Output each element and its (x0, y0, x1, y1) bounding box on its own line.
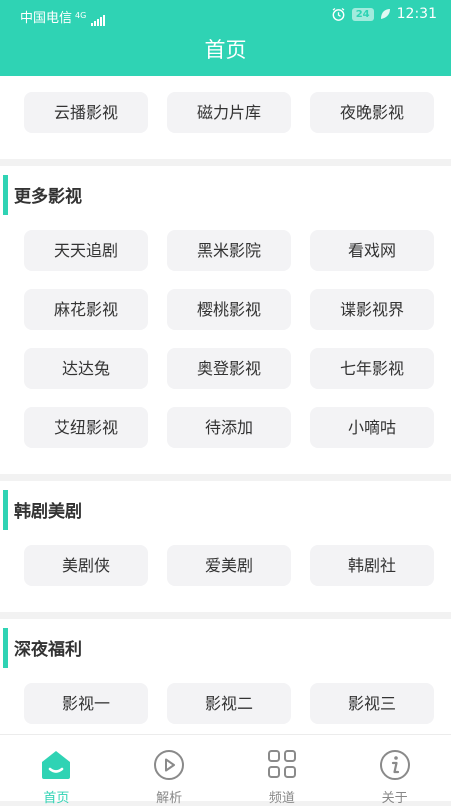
site-button[interactable]: 美剧侠 (24, 545, 148, 586)
site-button[interactable]: 看戏网 (310, 230, 434, 271)
status-bar: 中国电信 4G 24 12:31 (0, 0, 451, 30)
section-more-movies: 更多影视 天天追剧 黑米影院 看戏网 麻花影视 樱桃影视 谍影视界 达达兔 奥登… (0, 166, 451, 474)
nav-label: 关于 (381, 791, 408, 806)
site-grid: 美剧侠 爱美剧 韩剧社 (0, 529, 451, 612)
site-button[interactable]: 黑米影院 (167, 230, 291, 271)
info-icon (379, 750, 410, 780)
section-title: 韩剧美剧 (14, 502, 82, 522)
nav-label: 频道 (268, 791, 295, 806)
section-accent-bar (3, 175, 8, 215)
nav-about[interactable]: 关于 (338, 735, 451, 806)
nav-parse[interactable]: 解析 (113, 735, 226, 806)
site-grid: 影视一 影视二 影视三 (0, 667, 451, 734)
site-button[interactable]: 待添加 (167, 407, 291, 448)
site-button[interactable]: 七年影视 (310, 348, 434, 389)
site-button[interactable]: 达达兔 (24, 348, 148, 389)
site-button[interactable]: 樱桃影视 (167, 289, 291, 330)
nav-channel[interactable]: 频道 (226, 735, 339, 806)
site-button[interactable]: 影视三 (310, 683, 434, 724)
section-late-night: 深夜福利 影视一 影视二 影视三 (0, 619, 451, 734)
section-title: 深夜福利 (14, 640, 82, 660)
section-header: 韩剧美剧 (0, 481, 451, 530)
network-label: 4G (75, 11, 87, 20)
site-button[interactable]: 夜晚影视 (310, 92, 434, 133)
bottom-navigation: 首页 解析 频道 关于 (0, 734, 451, 806)
home-icon (42, 751, 71, 779)
site-button[interactable]: 韩剧社 (310, 545, 434, 586)
site-button[interactable]: 艾纽影视 (24, 407, 148, 448)
battery-icon: 24 (351, 7, 374, 21)
site-button[interactable]: 小嘀咕 (310, 407, 434, 448)
site-button[interactable]: 磁力片库 (167, 92, 291, 133)
top-links-section: 云播影视 磁力片库 夜晚影视 (0, 76, 451, 159)
site-button[interactable]: 谍影视界 (310, 289, 434, 330)
page-title: 首页 (204, 38, 247, 62)
grid-icon (267, 750, 296, 778)
nav-label: 解析 (156, 791, 183, 806)
carrier-label: 中国电信 (20, 11, 73, 26)
site-button[interactable]: 爱美剧 (167, 545, 291, 586)
section-accent-bar (3, 490, 8, 530)
app-header: 中国电信 4G 24 12:31 首页 (0, 0, 451, 76)
site-button[interactable]: 天天追剧 (24, 230, 148, 271)
section-korean-us-drama: 韩剧美剧 美剧侠 爱美剧 韩剧社 (0, 481, 451, 612)
play-circle-icon (154, 750, 185, 780)
site-grid: 天天追剧 黑米影院 看戏网 麻花影视 樱桃影视 谍影视界 达达兔 奥登影视 七年… (0, 214, 451, 474)
section-accent-bar (3, 628, 8, 668)
site-button[interactable]: 影视二 (167, 683, 291, 724)
site-button[interactable]: 麻花影视 (24, 289, 148, 330)
clock-time: 12:31 (396, 6, 437, 22)
section-title: 更多影视 (14, 187, 82, 207)
site-button[interactable]: 云播影视 (24, 92, 148, 133)
main-content[interactable]: 云播影视 磁力片库 夜晚影视 更多影视 天天追剧 黑米影院 看戏网 麻花影视 樱… (0, 76, 451, 734)
site-button[interactable]: 奥登影视 (167, 348, 291, 389)
section-header: 深夜福利 (0, 619, 451, 668)
leaf-icon (380, 9, 390, 19)
site-button[interactable]: 影视一 (24, 683, 148, 724)
nav-home[interactable]: 首页 (0, 735, 113, 806)
section-header: 更多影视 (0, 166, 451, 215)
signal-icon (91, 14, 106, 26)
nav-label: 首页 (43, 791, 70, 806)
alarm-icon (332, 7, 345, 21)
top-links-grid: 云播影视 磁力片库 夜晚影视 (0, 76, 451, 159)
